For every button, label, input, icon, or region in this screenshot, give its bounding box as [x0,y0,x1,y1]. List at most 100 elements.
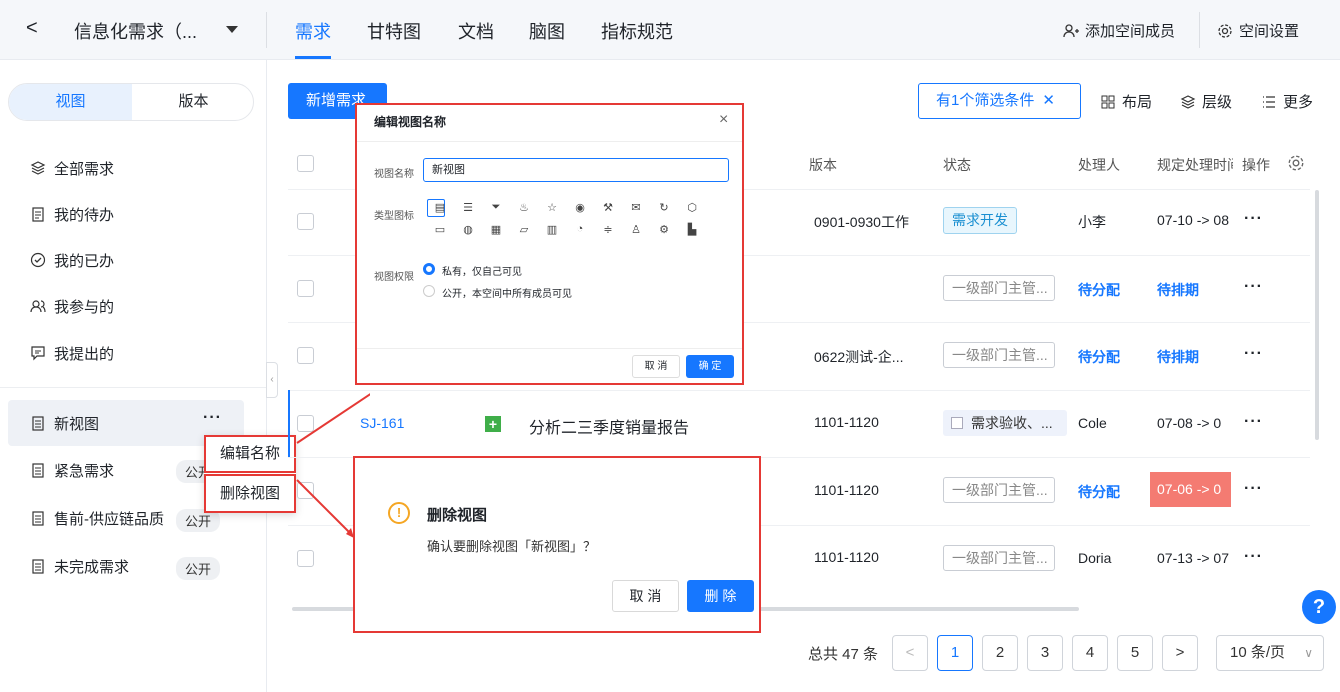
view-item-label: 未完成需求 [54,558,130,576]
tab-metrics[interactable]: 指标规范 [601,18,673,44]
more-button[interactable]: 更多 [1261,91,1313,112]
help-button[interactable]: ? [1302,590,1336,624]
row-checkbox[interactable] [297,280,314,297]
wrench-icon[interactable]: ⚒ [597,201,619,214]
status-select[interactable]: 一级部门主管... [943,477,1055,503]
globe-icon[interactable]: ◍ [457,223,479,236]
cancel-button[interactable]: 取 消 [612,580,679,612]
rename-menu-item[interactable]: 编辑名称 [204,435,296,473]
row-ops-button[interactable]: ··· [1244,278,1263,296]
status-badge[interactable]: 需求开发 [943,207,1017,234]
layout-button[interactable]: 布局 [1100,91,1152,112]
row-ops-button[interactable]: ··· [1244,413,1263,431]
view-item-unfinished[interactable]: 未完成需求 [30,554,129,578]
row-title[interactable]: 分析二三季度销量报告 [529,414,689,438]
tab-docs[interactable]: 文档 [458,18,494,44]
filter-button[interactable]: 有1个筛选条件 ✕ [918,83,1081,119]
row-ops-button[interactable]: ··· [1244,210,1263,228]
bar-chart-icon[interactable]: ▙ [681,223,703,236]
row-handler[interactable]: 待分配 [1078,280,1120,300]
row-due[interactable]: 待排期 [1157,347,1199,367]
collapse-sidebar-icon[interactable]: ‹ [266,362,278,398]
view-item-label: 紧急需求 [54,462,115,480]
caret-down-icon[interactable] [226,26,238,33]
filter-icon[interactable]: ⏷ [485,201,507,214]
add-member-button[interactable]: 添加空间成员 [1063,20,1175,41]
row-ops-button[interactable]: ··· [1244,548,1263,566]
prev-page-button[interactable]: < [892,635,928,671]
eye-icon[interactable]: ◉ [569,201,591,214]
row-handler[interactable]: 待分配 [1078,347,1120,367]
row-checkbox[interactable] [297,347,314,364]
folder-icon[interactable]: ▱ [513,223,535,236]
add-user-icon [1063,23,1079,37]
level-button[interactable]: 层级 [1180,91,1232,112]
row-handler[interactable]: 待分配 [1078,482,1120,502]
cube-icon[interactable]: ⬡ [681,201,703,214]
status-select[interactable]: 一级部门主管... [943,545,1055,571]
user-icon[interactable]: ♙ [625,223,647,236]
delete-menu-item[interactable]: 删除视图 [204,474,296,513]
status-select[interactable]: 一级部门主管... [943,275,1055,301]
status-select[interactable]: 一级部门主管... [943,342,1055,368]
vertical-scrollbar[interactable] [1315,190,1319,440]
sidebar-item-all[interactable]: 全部需求 [30,156,114,180]
page-button[interactable]: 4 [1072,635,1108,671]
tab-mindmap[interactable]: 脑图 [529,18,565,44]
page-button[interactable]: 5 [1117,635,1153,671]
clipboard-icon[interactable]: ▥ [541,223,563,236]
row-ops-button[interactable]: ··· [1244,480,1263,498]
users-icon [30,300,46,313]
delete-view-dialog: ! 删除视图 确认要删除视图「新视图」？ 取 消 删 除 [353,456,761,633]
clock-icon[interactable]: ◔ [569,223,591,236]
radio-private[interactable] [423,263,435,275]
cancel-button[interactable]: 取 消 [632,355,680,378]
project-title[interactable]: 信息化需求（... [74,18,197,44]
view-more-button[interactable]: ··· [203,409,222,427]
chevron-down-icon: ∨ [1304,646,1313,660]
apps-icon[interactable]: ▦ [485,223,507,236]
delete-button[interactable]: 删 除 [687,580,754,612]
star-icon[interactable]: ☆ [541,201,563,214]
back-button[interactable]: < [26,17,38,40]
mail-icon[interactable]: ✉ [625,201,647,214]
gear-icon[interactable]: ⚙ [653,223,675,236]
refresh-icon[interactable]: ↻ [653,201,675,214]
view-item-presale[interactable]: 售前-供应链品质 [30,506,164,530]
sidebar-item-participated[interactable]: 我参与的 [30,294,114,318]
page-button[interactable]: 2 [982,635,1018,671]
select-all-checkbox[interactable] [297,155,314,172]
page-button[interactable]: 1 [937,635,973,671]
radio-public[interactable] [423,285,435,297]
row-checkbox[interactable] [297,213,314,230]
sidebar-item-todo[interactable]: 我的待办 [30,202,114,226]
view-name-input[interactable]: 新视图 [423,158,729,182]
row-checkbox[interactable] [297,550,314,567]
column-settings-icon[interactable] [1287,154,1305,172]
browser-icon[interactable]: ▭ [429,223,451,236]
next-page-button[interactable]: > [1162,635,1198,671]
page-button[interactable]: 3 [1027,635,1063,671]
view-item-new[interactable]: 新视图 [30,411,99,435]
thumbs-up-icon[interactable]: ♨ [513,201,535,214]
close-icon[interactable]: × [719,111,728,129]
status-badge[interactable]: 需求验收、... [943,410,1067,436]
sidebar-item-done[interactable]: 我的已办 [30,248,114,272]
row-ops-button[interactable]: ··· [1244,345,1263,363]
document-icon[interactable]: ▤ [429,201,451,214]
sliders-icon[interactable]: ≑ [597,223,619,236]
list-icon[interactable]: ☰ [457,201,479,214]
seg-view[interactable]: 视图 [9,84,132,120]
sidebar: 视图 版本 全部需求 我的待办 我的已办 我参与的 我提出的 新视图 ··· 紧… [0,60,267,692]
seg-version[interactable]: 版本 [132,84,253,120]
tab-requirements[interactable]: 需求 [295,18,331,44]
confirm-button[interactable]: 确 定 [686,355,734,378]
space-settings-button[interactable]: 空间设置 [1217,20,1299,41]
row-due[interactable]: 待排期 [1157,280,1199,300]
view-item-urgent[interactable]: 紧急需求 [30,458,114,482]
close-icon[interactable]: ✕ [1042,92,1055,109]
page-size-select[interactable]: 10 条/页 ∨ [1216,635,1324,671]
tab-gantt[interactable]: 甘特图 [367,18,421,44]
sidebar-item-submitted[interactable]: 我提出的 [30,341,114,365]
edit-view-dialog: 编辑视图名称 × 视图名称 新视图 类型图标 ▤ ☰ ⏷ ♨ ☆ ◉ ⚒ ✉ ↻ ⬡ ▭ ◍ ▦ ▱ ▥ ◔… [355,103,744,385]
